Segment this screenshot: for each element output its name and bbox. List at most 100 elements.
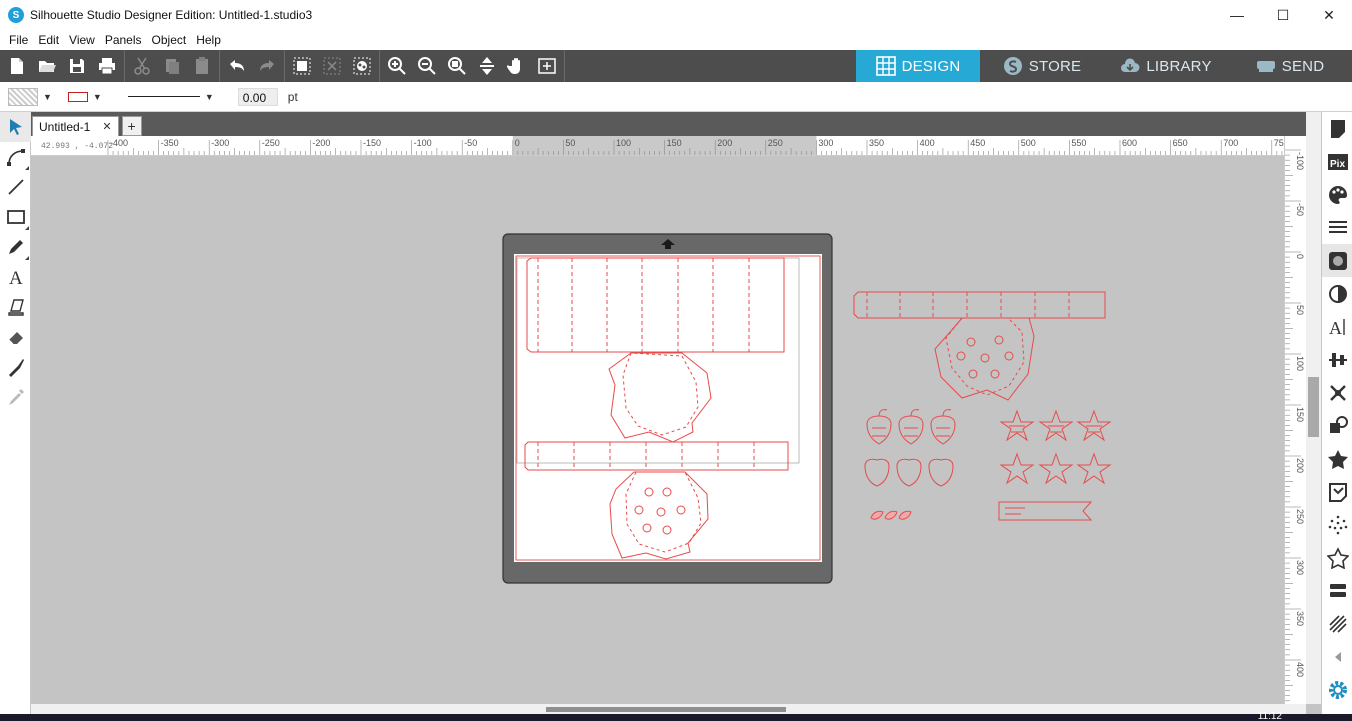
leaves[interactable]	[870, 510, 912, 520]
image-effects-panel-button[interactable]	[1322, 244, 1352, 277]
box-wall-strip-3[interactable]	[853, 291, 1106, 319]
print-button[interactable]	[92, 51, 122, 81]
horizontal-scroll-thumb[interactable]	[546, 707, 786, 712]
undo-button[interactable]	[222, 51, 252, 81]
select-tool[interactable]	[0, 112, 31, 142]
text-style-panel-button[interactable]: A	[1322, 310, 1352, 343]
new-file-button[interactable]	[2, 51, 32, 81]
ungroup-button[interactable]	[317, 51, 347, 81]
fill-color-swatch[interactable]	[8, 87, 38, 106]
line-width-unit: pt	[287, 89, 298, 104]
ruler-tick-label: -350	[161, 138, 179, 148]
design-canvas[interactable]	[31, 156, 1284, 704]
zoom-in-button[interactable]	[382, 51, 412, 81]
compound-path-button[interactable]	[347, 51, 377, 81]
settings-panel-button[interactable]	[1322, 673, 1352, 706]
menu-edit[interactable]: Edit	[33, 33, 64, 47]
favorites-panel-button[interactable]	[1322, 541, 1352, 574]
knife-tool[interactable]	[0, 352, 31, 382]
trace-panel-button[interactable]	[1322, 508, 1352, 541]
menu-object[interactable]: Object	[147, 33, 192, 47]
fill-tool[interactable]	[0, 292, 31, 322]
eraser-tool[interactable]	[0, 322, 31, 352]
add-tab-button[interactable]: +	[121, 116, 142, 136]
svg-text:A: A	[9, 268, 23, 287]
eyedropper-tool[interactable]	[0, 382, 31, 412]
line-style-preview[interactable]	[127, 96, 200, 97]
layers-panel-button[interactable]	[1322, 574, 1352, 607]
collapse-panel-button[interactable]	[1322, 640, 1352, 673]
page-icon	[1330, 119, 1345, 138]
save-button[interactable]	[62, 51, 92, 81]
apples[interactable]	[864, 458, 954, 487]
vertical-scroll-thumb[interactable]	[1308, 377, 1319, 437]
menu-file[interactable]: File	[4, 33, 33, 47]
replicate-panel-button[interactable]	[1322, 409, 1352, 442]
media-page	[514, 254, 822, 562]
apple-tags[interactable]	[866, 409, 956, 445]
menu-panels[interactable]: Panels	[100, 33, 147, 47]
folder-open-icon	[39, 61, 56, 72]
menu-view[interactable]: View	[64, 33, 100, 47]
shape-tool[interactable]	[0, 202, 31, 232]
sketch-panel-button[interactable]	[1322, 607, 1352, 640]
star-tags[interactable]	[999, 409, 1112, 442]
zoom-out-icon	[418, 57, 436, 75]
line-color-swatch[interactable]	[67, 91, 88, 102]
vertical-scrollbar[interactable]	[1306, 112, 1321, 704]
box-lid-3[interactable]	[934, 317, 1035, 401]
draw-tool[interactable]	[0, 232, 31, 262]
banner-label[interactable]	[998, 501, 1093, 521]
modify-panel-button[interactable]	[1322, 442, 1352, 475]
stars[interactable]	[999, 452, 1112, 485]
document-tab[interactable]: Untitled-1 ✕	[32, 116, 119, 136]
ruler-tick-label: 100	[616, 138, 631, 148]
fit-window-button[interactable]	[532, 51, 562, 81]
ruler-tick-label: 550	[1071, 138, 1086, 148]
line-style-dropdown-icon[interactable]: ▼	[205, 92, 214, 102]
fill-panel-button[interactable]	[1322, 178, 1352, 211]
minimize-button[interactable]: —	[1214, 0, 1260, 30]
line-style-panel-button[interactable]	[1322, 211, 1352, 244]
close-button[interactable]: ✕	[1306, 0, 1352, 30]
knife-icon	[8, 359, 24, 377]
redo-icon	[260, 60, 274, 71]
ruler-tick-label: 300	[1295, 560, 1305, 575]
line-tool[interactable]	[0, 172, 31, 202]
fit-page-button[interactable]	[472, 51, 502, 81]
zoom-out-button[interactable]	[412, 51, 442, 81]
ruler-tick-label: 350	[1295, 611, 1305, 626]
pixscan-panel-button[interactable]: Pix	[1322, 145, 1352, 178]
redo-button[interactable]	[252, 51, 282, 81]
maximize-button[interactable]: ☐	[1260, 0, 1306, 30]
cut-button[interactable]	[127, 51, 157, 81]
open-file-button[interactable]	[32, 51, 62, 81]
tab-library[interactable]: LIBRARY	[1104, 50, 1228, 82]
cutter-icon	[1256, 61, 1275, 72]
contrast-panel-button[interactable]	[1322, 277, 1352, 310]
offset-panel-button[interactable]	[1322, 475, 1352, 508]
paste-button[interactable]	[187, 51, 217, 81]
copy-button[interactable]	[157, 51, 187, 81]
os-taskbar	[0, 714, 1352, 721]
svg-text:Pix: Pix	[1330, 159, 1345, 170]
zoom-select-button[interactable]	[442, 51, 472, 81]
menu-help[interactable]: Help	[191, 33, 226, 47]
text-tool[interactable]: A	[0, 262, 31, 292]
edit-points-tool[interactable]	[0, 142, 31, 172]
line-color-dropdown-icon[interactable]: ▼	[93, 92, 102, 102]
fill-dropdown-icon[interactable]: ▼	[43, 92, 52, 102]
canvas-drawing[interactable]	[31, 156, 1284, 704]
group-button[interactable]	[287, 51, 317, 81]
tab-design[interactable]: DESIGN	[856, 50, 980, 82]
line-width-input[interactable]: 0.00	[237, 87, 278, 106]
pan-button[interactable]	[502, 51, 532, 81]
page-setup-panel-button[interactable]	[1322, 112, 1352, 145]
document-tabs: Untitled-1 ✕ +	[31, 112, 1321, 136]
close-tab-icon[interactable]: ✕	[102, 120, 111, 133]
tab-store[interactable]: STORE	[980, 50, 1104, 82]
tab-send[interactable]: SEND	[1228, 50, 1352, 82]
align-panel-button[interactable]	[1322, 343, 1352, 376]
transform-icon	[1329, 384, 1346, 401]
transform-panel-button[interactable]	[1322, 376, 1352, 409]
